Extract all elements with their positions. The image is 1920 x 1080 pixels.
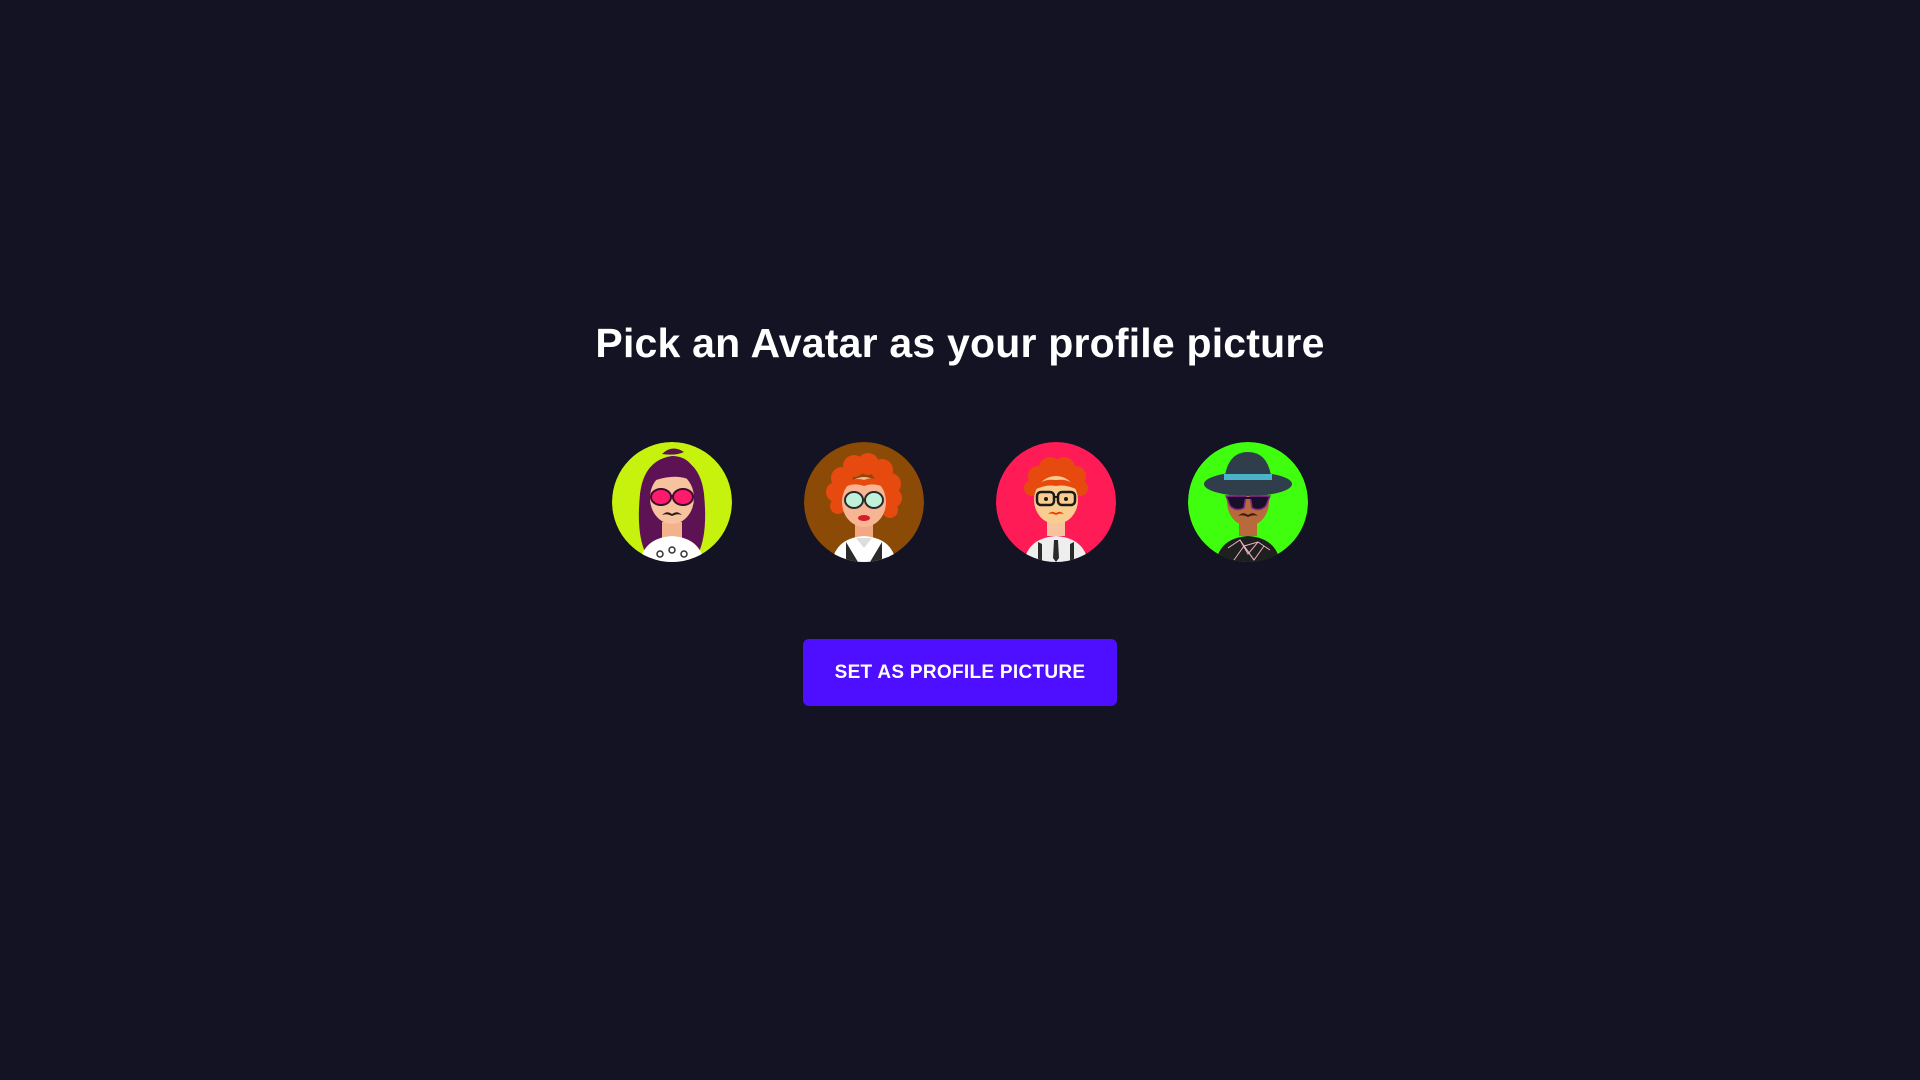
- avatar-option-2[interactable]: [804, 442, 924, 562]
- set-profile-picture-button[interactable]: SET AS PROFILE PICTURE: [803, 639, 1117, 706]
- avatar-option-1[interactable]: [612, 442, 732, 562]
- avatar-1-image: [612, 442, 732, 562]
- avatar-3-image: [996, 442, 1116, 562]
- avatar-option-3[interactable]: [996, 442, 1116, 562]
- avatar-picker-page: Pick an Avatar as your profile picture S…: [0, 0, 1920, 1080]
- avatar-list: [612, 442, 1308, 564]
- avatar-2-image: [804, 442, 924, 562]
- avatar-4-image: [1188, 442, 1308, 562]
- page-title: Pick an Avatar as your profile picture: [595, 320, 1325, 366]
- avatar-option-4[interactable]: [1188, 442, 1308, 562]
